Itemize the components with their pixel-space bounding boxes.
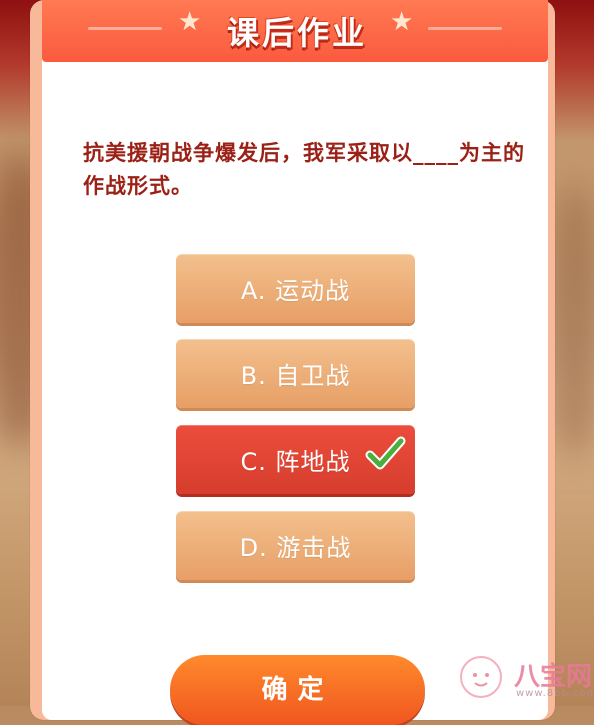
baby-face-icon — [460, 656, 502, 698]
watermark-url: www.8bb.com — [516, 688, 594, 699]
check-icon — [365, 436, 406, 470]
option-d-label: D. 游击战 — [239, 534, 352, 562]
confirm-label: 确定 — [261, 675, 334, 705]
option-a-label: A. 运动战 — [240, 277, 351, 305]
option-c-label: C. 阵地战 — [240, 448, 351, 476]
option-a-button[interactable]: A. 运动战 — [176, 254, 415, 323]
site-watermark: 八宝网 www.8bb.com — [458, 652, 594, 706]
option-b-label: B. 自卫战 — [240, 362, 351, 390]
question-text: 抗美援朝战争爆发后，我军采取以____为主的作战形式。 — [83, 141, 525, 198]
baby-face-drawing — [473, 673, 489, 687]
option-c-button[interactable]: C. 阵地战 — [176, 425, 415, 494]
confirm-button[interactable]: 确定 — [170, 655, 425, 725]
option-b-button[interactable]: B. 自卫战 — [176, 339, 415, 408]
option-d-button[interactable]: D. 游击战 — [176, 511, 415, 580]
page-title: 课后作业 — [226, 14, 367, 52]
